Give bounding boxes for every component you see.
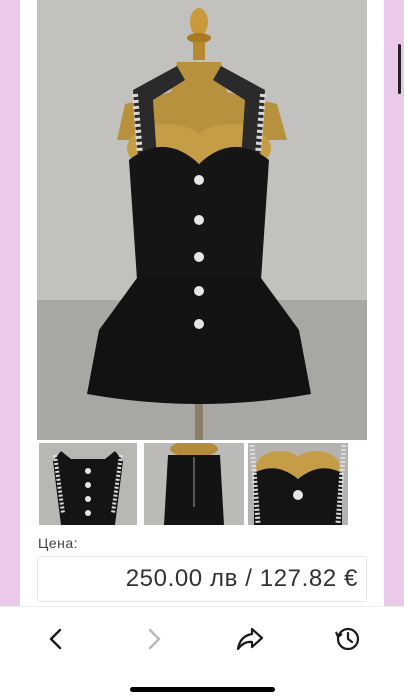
thumbnail-back-illustration: [144, 443, 244, 525]
product-page: Цена: 250.00 лв / 127.82 €: [20, 0, 384, 606]
forward-button[interactable]: [134, 623, 174, 655]
thumbnail-front[interactable]: [39, 443, 137, 525]
home-indicator[interactable]: [130, 687, 275, 692]
chevron-left-icon: [49, 628, 62, 650]
share-button[interactable]: [230, 623, 270, 655]
price-box: 250.00 лв / 127.82 €: [37, 556, 367, 602]
dress-illustration: [37, 0, 367, 440]
chevron-right-icon: [148, 628, 161, 650]
thumbnail-gallery: [39, 443, 369, 525]
thumbnail-closeup-illustration: [248, 443, 348, 525]
share-arrow-icon: [236, 627, 264, 651]
thumbnail-back[interactable]: [144, 443, 244, 525]
left-page-border: [0, 0, 20, 606]
main-product-image[interactable]: [37, 0, 367, 440]
back-button[interactable]: [36, 623, 76, 655]
right-page-border: [384, 0, 404, 606]
price-value: 250.00 лв / 127.82 €: [125, 565, 358, 592]
history-button[interactable]: [328, 623, 368, 655]
scrollbar[interactable]: [398, 44, 401, 94]
browser-toolbar: [0, 606, 404, 699]
thumbnail-closeup[interactable]: [248, 443, 348, 525]
thumbnail-front-illustration: [39, 443, 137, 525]
price-label: Цена:: [38, 535, 79, 551]
history-clock-icon: [335, 627, 360, 651]
